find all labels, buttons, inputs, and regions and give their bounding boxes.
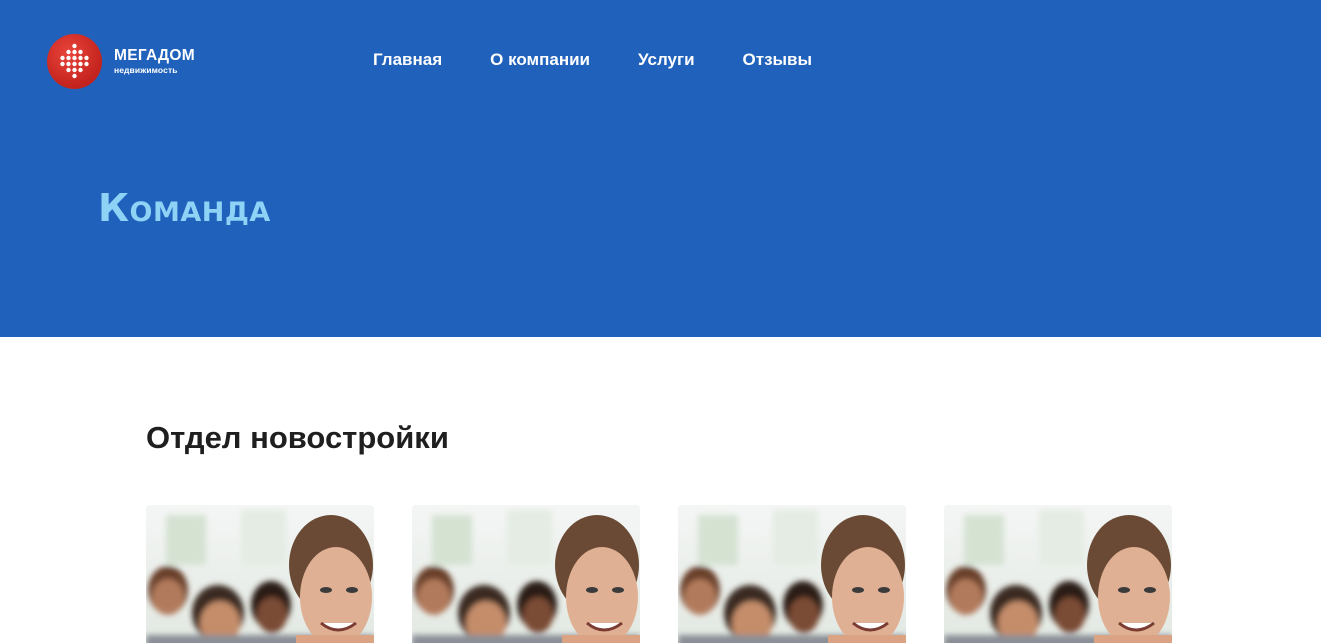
team-photo-image	[412, 505, 640, 643]
page-title: Команда	[98, 186, 271, 230]
logo-name: МЕГАДОМ	[114, 47, 195, 64]
nav-item-home[interactable]: Главная	[373, 49, 442, 71]
team-cards	[146, 505, 1172, 643]
nav-item-services[interactable]: Услуги	[638, 49, 695, 71]
team-card[interactable]	[412, 505, 640, 643]
logo-text: МЕГАДОМ недвижимость	[114, 48, 195, 74]
logo-link[interactable]: МЕГАДОМ недвижимость	[47, 33, 207, 89]
team-card[interactable]	[146, 505, 374, 643]
logo-mark-icon	[47, 33, 102, 89]
logo-subtitle: недвижимость	[114, 64, 178, 75]
team-photo-image	[678, 505, 906, 643]
team-card[interactable]	[944, 505, 1172, 643]
main-nav: Главная О компании Услуги Отзывы	[373, 49, 812, 71]
team-photo-image	[944, 505, 1172, 643]
hero-header: МЕГАДОМ недвижимость Главная О компании …	[0, 0, 1321, 337]
nav-item-reviews[interactable]: Отзывы	[743, 49, 813, 71]
team-card[interactable]	[678, 505, 906, 643]
section-title: Отдел новостройки	[146, 420, 449, 455]
team-photo-image	[146, 505, 374, 643]
nav-item-about[interactable]: О компании	[490, 49, 590, 71]
